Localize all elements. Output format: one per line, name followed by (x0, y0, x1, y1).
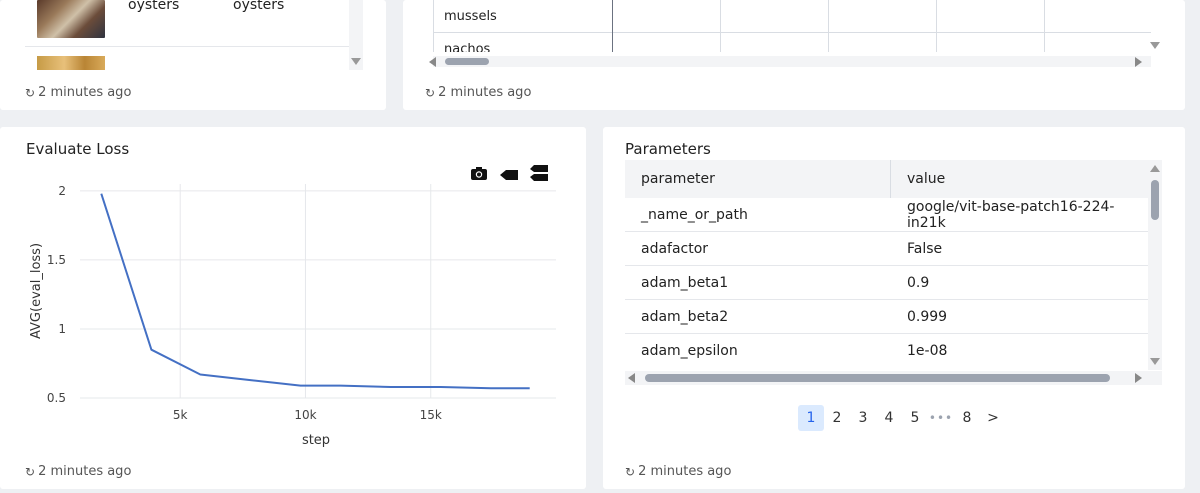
next-page-button[interactable]: > (980, 405, 1006, 431)
scroll-down-icon[interactable] (351, 58, 361, 65)
param-value: 0.9 (907, 274, 930, 291)
page-button-5[interactable]: 5 (902, 405, 928, 431)
param-name: adafactor (641, 240, 709, 257)
parameters-card: Parameters parameter value _name_or_path… (603, 127, 1185, 489)
vertical-scrollbar[interactable] (1148, 160, 1162, 370)
row-label: nachos (444, 42, 491, 52)
scroll-left-icon[interactable] (429, 57, 436, 67)
label-cell: oysters (128, 0, 180, 13)
refresh-time: 2 minutes ago (38, 85, 132, 100)
page-button-1[interactable]: 1 (798, 405, 824, 431)
refresh-icon[interactable]: ↻ (25, 86, 35, 100)
param-name: adam_beta2 (641, 308, 729, 325)
x-tick-label: 5k (173, 408, 188, 422)
page-button-2[interactable]: 2 (824, 405, 850, 431)
param-value: 0.999 (907, 308, 948, 325)
param-name: adam_beta1 (641, 274, 729, 291)
column-divider (612, 0, 613, 52)
table-row: adafactor False (625, 232, 1148, 266)
header-value[interactable]: value (891, 160, 1148, 198)
page-button-8[interactable]: 8 (954, 405, 980, 431)
horizontal-scrollbar[interactable] (429, 56, 1151, 67)
row-label: mussels (444, 9, 497, 24)
vertical-scrollbar[interactable] (349, 0, 363, 70)
refresh-icon[interactable]: ↻ (625, 465, 635, 479)
evaluate-loss-card: Evaluate Loss 2 1.5 1 0.5 5k 10k 15k step AVG(ev… (0, 127, 586, 489)
refresh-icon[interactable]: ↻ (25, 465, 35, 479)
y-tick-label: 1 (58, 322, 66, 336)
column-divider (720, 0, 721, 52)
table-row: _name_or_path google/vit-base-patch16-22… (625, 198, 1148, 232)
image-table-card: oysters oysters ↻ 2 minutes ago (0, 0, 386, 110)
scroll-up-icon[interactable] (1150, 165, 1160, 172)
page-button-3[interactable]: 3 (850, 405, 876, 431)
column-divider (828, 0, 829, 52)
refresh-time: 2 minutes ago (38, 464, 132, 479)
refresh-status: ↻ 2 minutes ago (425, 85, 531, 100)
y-axis-label: AVG(eval_loss) (29, 243, 44, 339)
scroll-thumb[interactable] (1151, 180, 1159, 220)
food-image-oysters (37, 0, 105, 38)
horizontal-scrollbar[interactable] (625, 371, 1162, 385)
confusion-table-card: mussels nachos ↻ 2 minutes ago (403, 0, 1185, 110)
refresh-status: ↻ 2 minutes ago (25, 464, 131, 479)
scroll-thumb[interactable] (445, 58, 489, 65)
parameters-title: Parameters (625, 140, 711, 158)
data-grid: mussels nachos (433, 0, 1151, 52)
scroll-down-icon[interactable] (1150, 358, 1160, 365)
prediction-cell: oysters (233, 0, 285, 13)
refresh-icon[interactable]: ↻ (425, 86, 435, 100)
scroll-thumb[interactable] (645, 374, 1110, 382)
scroll-right-icon[interactable] (1135, 57, 1142, 67)
loss-series-line (100, 193, 530, 390)
loss-chart[interactable]: 2 1.5 1 0.5 5k 10k 15k step AVG(eval_loss) (0, 149, 586, 489)
column-divider (1044, 0, 1045, 52)
refresh-status: ↻ 2 minutes ago (25, 85, 131, 100)
param-value: 1e-08 (907, 343, 948, 359)
parameters-table: parameter value _name_or_path google/vit… (625, 160, 1148, 368)
row-divider (25, 46, 349, 47)
table-row: adam_beta2 0.999 (625, 300, 1148, 334)
table-header: parameter value (625, 160, 1148, 198)
x-tick-label: 15k (420, 408, 442, 422)
pagination: 1 2 3 4 5 ••• 8 > (798, 405, 1006, 431)
refresh-time: 2 minutes ago (638, 464, 732, 479)
x-tick-label: 10k (294, 408, 316, 422)
page-ellipsis[interactable]: ••• (928, 405, 954, 431)
refresh-status: ↻ 2 minutes ago (625, 464, 731, 479)
table-row: adam_beta1 0.9 (625, 266, 1148, 300)
refresh-time: 2 minutes ago (438, 85, 532, 100)
param-value: google/vit-base-patch16-224-in21k (907, 198, 1115, 231)
food-image-next (37, 56, 105, 70)
scroll-right-icon[interactable] (1135, 373, 1142, 383)
param-value: False (907, 240, 943, 257)
table-row: adam_epsilon 1e-08 (625, 334, 1148, 368)
y-tick-label: 1.5 (47, 253, 66, 267)
param-name: adam_epsilon (641, 343, 738, 359)
scroll-left-icon[interactable] (628, 373, 635, 383)
page-button-4[interactable]: 4 (876, 405, 902, 431)
param-name: _name_or_path (641, 206, 748, 223)
x-axis-label: step (302, 433, 330, 448)
column-divider (936, 0, 937, 52)
scroll-down-icon[interactable] (1150, 42, 1160, 49)
y-tick-label: 0.5 (47, 391, 66, 405)
header-parameter[interactable]: parameter (625, 160, 891, 198)
y-tick-label: 2 (58, 184, 66, 198)
